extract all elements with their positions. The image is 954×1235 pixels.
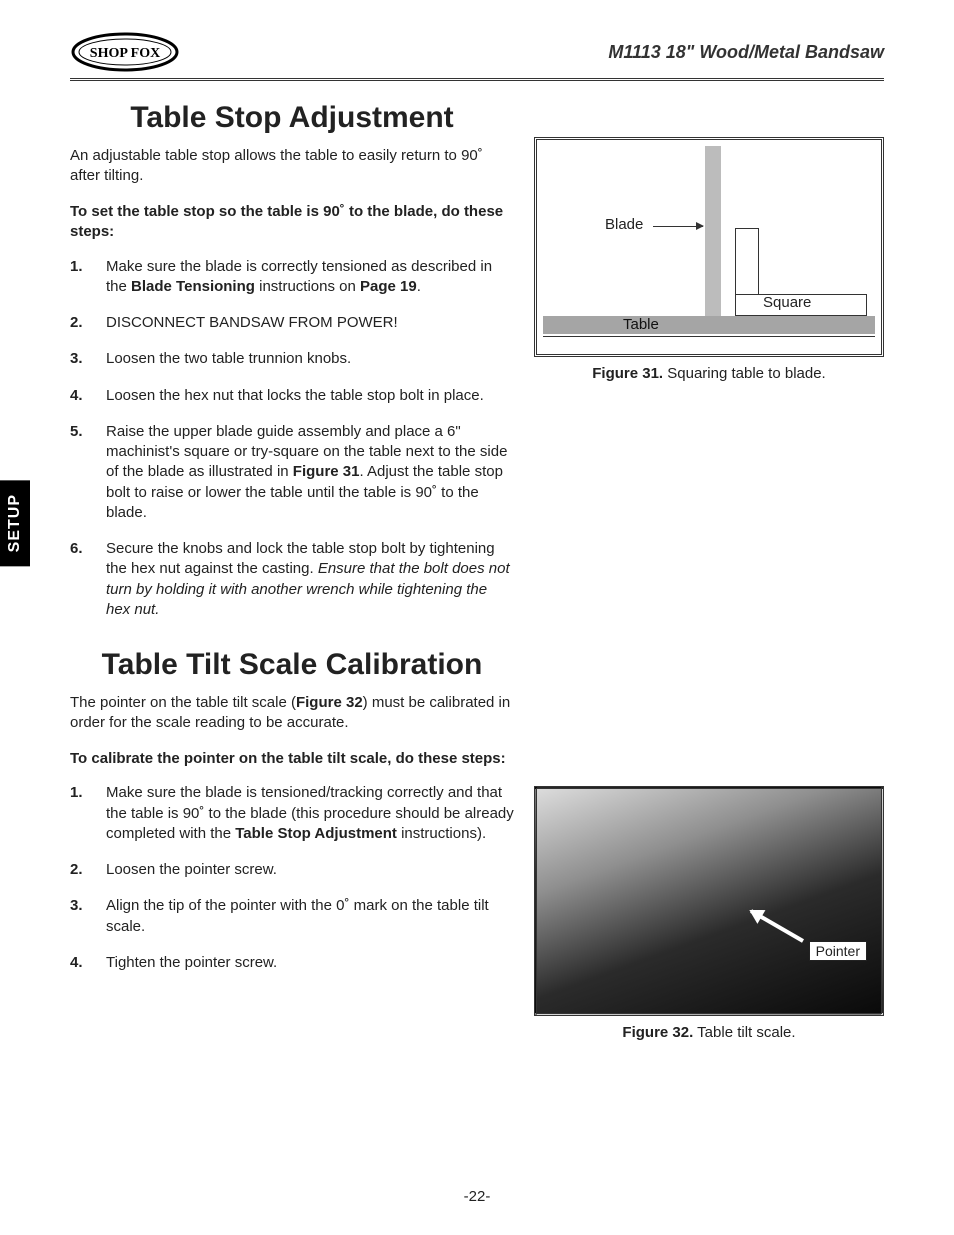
label-pointer: Pointer: [809, 941, 867, 961]
below-bar: [543, 336, 875, 354]
heading-tilt-scale: Table Tilt Scale Calibration: [70, 648, 514, 683]
document-title: M1113 18" Wood/Metal Bandsaw: [608, 42, 884, 63]
label-table: Table: [623, 316, 659, 333]
steps-tilt-scale: Make sure the blade is tensioned/trackin…: [70, 783, 514, 973]
step-5: Raise the upper blade guide assembly and…: [70, 422, 514, 523]
step-2: Loosen the pointer screw.: [70, 860, 514, 880]
step-3: Loosen the two table trunnion knobs.: [70, 349, 514, 369]
intro-table-stop: An adjustable table stop allows the tabl…: [70, 146, 514, 187]
label-square: Square: [763, 294, 811, 311]
figure-32-caption: Figure 32. Table tilt scale.: [534, 1024, 884, 1041]
steps-table-stop: Make sure the blade is correctly tension…: [70, 257, 514, 621]
section-tab-setup: SETUP: [0, 480, 30, 566]
lead-tilt-scale: To calibrate the pointer on the table ti…: [70, 749, 514, 769]
brand-logo: SHOP FOX: [70, 30, 180, 74]
figure-31-diagram: Blade Square Table: [534, 137, 884, 357]
label-blade: Blade: [605, 216, 643, 233]
step-1: Make sure the blade is tensioned/trackin…: [70, 783, 514, 844]
step-4: Tighten the pointer screw.: [70, 953, 514, 973]
figure-31-caption: Figure 31. Squaring table to blade.: [534, 365, 884, 382]
step-2: DISCONNECT BANDSAW FROM POWER!: [70, 313, 514, 333]
page-header: SHOP FOX M1113 18" Wood/Metal Bandsaw: [70, 30, 884, 81]
arrow-icon: [653, 226, 703, 227]
main-content: Table Stop Adjustment An adjustable tabl…: [70, 97, 884, 1065]
page-number: -22-: [0, 1188, 954, 1205]
figure-32-photo: Pointer: [534, 786, 884, 1016]
svg-text:SHOP FOX: SHOP FOX: [90, 46, 160, 61]
left-column: Table Stop Adjustment An adjustable tabl…: [70, 97, 514, 1065]
right-column: Blade Square Table Figure 31. Squaring t…: [534, 97, 884, 1065]
step-6: Secure the knobs and lock the table stop…: [70, 539, 514, 620]
intro-tilt-scale: The pointer on the table tilt scale (Fig…: [70, 693, 514, 734]
arrow-icon: [750, 909, 804, 942]
step-1: Make sure the blade is correctly tension…: [70, 257, 514, 298]
step-4: Loosen the hex nut that locks the table …: [70, 386, 514, 406]
step-3: Align the tip of the pointer with the 0˚…: [70, 896, 514, 937]
table-bar: [543, 316, 875, 334]
blade-shape: [705, 146, 721, 316]
lead-table-stop: To set the table stop so the table is 90…: [70, 202, 514, 243]
heading-table-stop: Table Stop Adjustment: [70, 101, 514, 136]
